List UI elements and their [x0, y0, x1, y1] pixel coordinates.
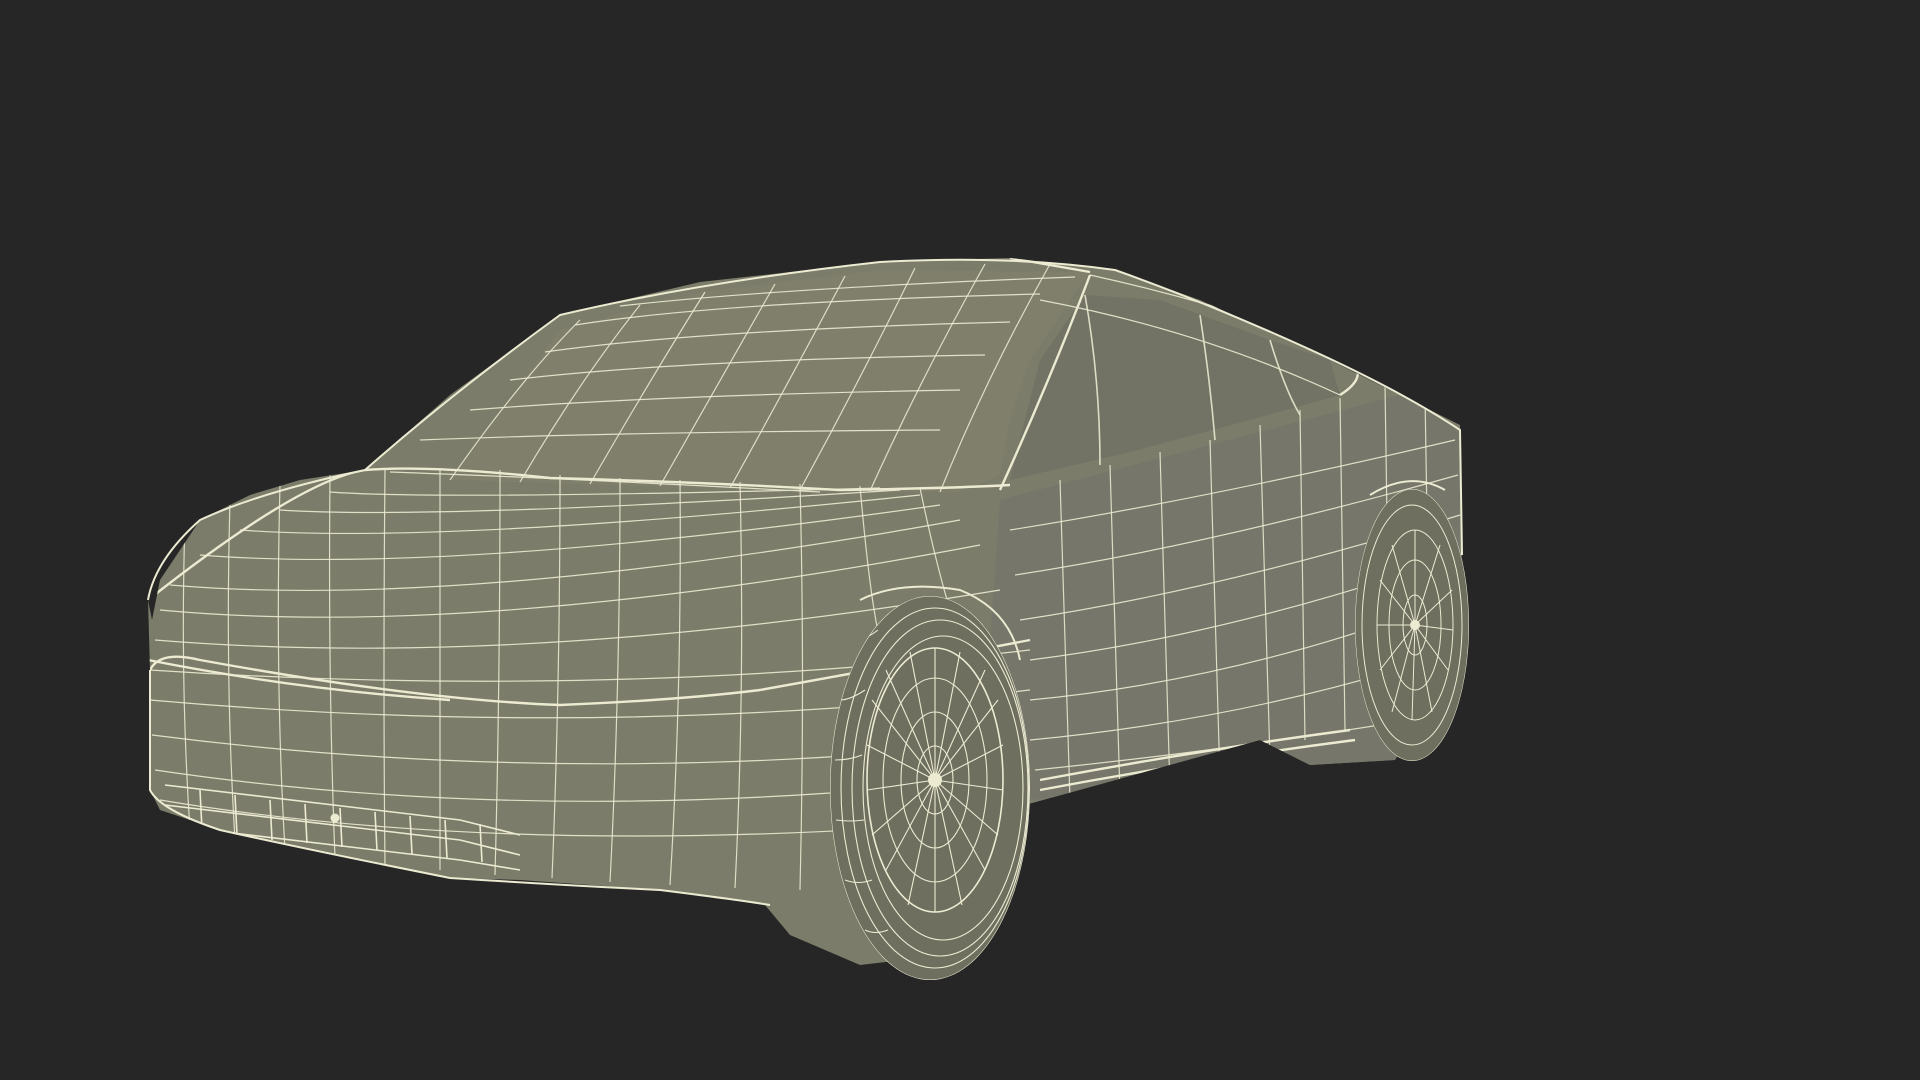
front-wheel: [830, 596, 1030, 980]
rear-wheel: [1355, 489, 1469, 761]
render-viewport[interactable]: [0, 0, 1920, 1080]
car-wireframe: [0, 0, 1920, 1080]
front-emblem: [330, 813, 340, 823]
